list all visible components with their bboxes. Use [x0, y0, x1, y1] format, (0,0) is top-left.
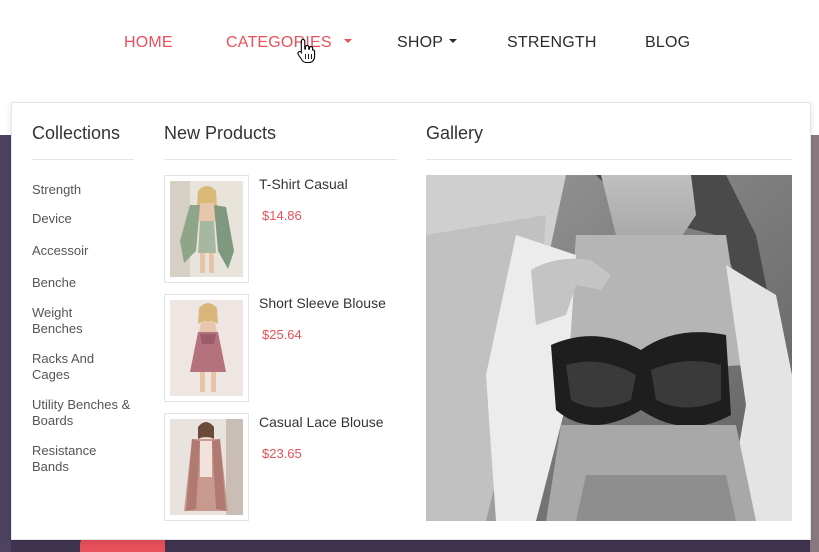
nav-shop-label: SHOP	[397, 34, 444, 51]
collection-item-resistance-bands[interactable]: Resistance Bands	[32, 443, 112, 475]
product-name[interactable]: T-Shirt Casual	[259, 176, 348, 192]
hero-red-banner	[80, 538, 165, 552]
hero-left-edge	[0, 135, 11, 552]
product-thumbnail[interactable]	[164, 413, 249, 521]
new-products-divider	[164, 159, 397, 160]
gallery-image[interactable]	[426, 175, 792, 521]
product-name[interactable]: Casual Lace Blouse	[259, 414, 384, 430]
product-price: $25.64	[262, 327, 302, 342]
collection-item-utility-benches[interactable]: Utility Benches & Boards	[32, 397, 136, 429]
product-price: $14.86	[262, 208, 302, 223]
product-card[interactable]: T-Shirt Casual $14.86	[164, 175, 404, 283]
nav-categories[interactable]: CATEGORIES	[226, 34, 352, 52]
product-image	[170, 181, 243, 277]
product-image	[170, 419, 243, 515]
categories-mega-menu: Collections Strength Device Accessoir Be…	[11, 102, 811, 540]
nav-strength[interactable]: STRENGTH	[507, 34, 597, 52]
collection-item-accessoir[interactable]: Accessoir	[32, 243, 136, 259]
product-image	[170, 300, 243, 396]
product-price: $23.65	[262, 446, 302, 461]
product-thumbnail[interactable]	[164, 175, 249, 283]
product-card[interactable]: Casual Lace Blouse $23.65	[164, 413, 404, 521]
collection-item-weight-benches[interactable]: Weight Benches	[32, 305, 102, 337]
nav-blog[interactable]: BLOG	[645, 34, 690, 52]
caret-down-icon	[449, 38, 458, 43]
top-navigation: HOME CATEGORIES SHOP STRENGTH BLOG	[0, 0, 819, 102]
product-card[interactable]: Short Sleeve Blouse $25.64	[164, 294, 404, 402]
hand-pointer-icon	[297, 38, 316, 64]
hero-right-edge	[810, 135, 819, 552]
product-thumbnail[interactable]	[164, 294, 249, 402]
collection-item-benche[interactable]: Benche	[32, 275, 136, 291]
collections-title: Collections	[32, 123, 121, 143]
nav-blog-label: BLOG	[645, 34, 691, 51]
nav-strength-label: STRENGTH	[507, 34, 597, 51]
collection-item-strength[interactable]: Strength	[32, 182, 136, 198]
product-name[interactable]: Short Sleeve Blouse	[259, 295, 386, 311]
nav-home-label: HOME	[124, 34, 173, 51]
gallery-divider	[426, 159, 792, 160]
caret-down-icon	[343, 38, 352, 43]
nav-shop[interactable]: SHOP	[397, 34, 458, 52]
collections-divider	[32, 159, 134, 160]
nav-home[interactable]: HOME	[124, 34, 173, 52]
new-products-title: New Products	[164, 123, 277, 143]
collection-item-device[interactable]: Device	[32, 211, 136, 227]
collection-item-racks-and-cages[interactable]: Racks And Cages	[32, 351, 112, 383]
gallery-title: Gallery	[426, 123, 484, 143]
